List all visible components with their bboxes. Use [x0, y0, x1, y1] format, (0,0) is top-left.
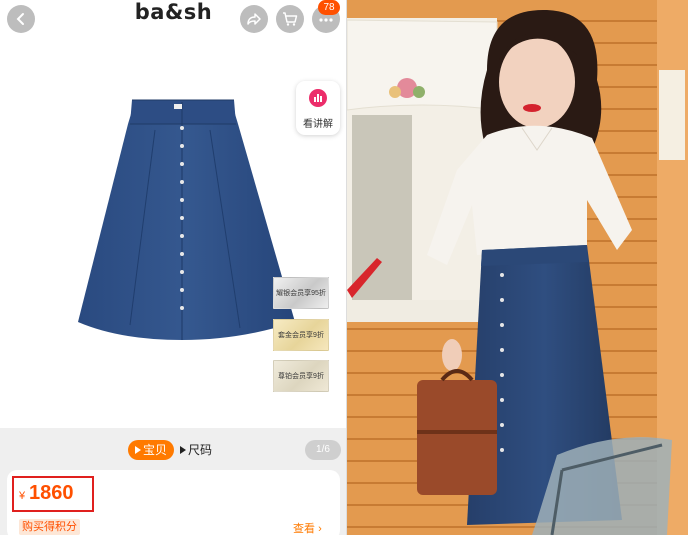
cart-badge: 78: [318, 0, 340, 15]
view-link-label: 查看: [293, 523, 315, 535]
tab-size[interactable]: 尺码: [180, 440, 212, 460]
top-bar: ba&sh 78: [0, 0, 347, 38]
member-tag-platinum[interactable]: 尊铂会员享9折: [273, 360, 329, 392]
price-value: 1860: [29, 482, 74, 504]
tab-product-label: 宝贝: [142, 443, 167, 457]
model-photo: [347, 0, 688, 535]
share-icon: [247, 13, 261, 25]
chart-icon: [309, 89, 327, 107]
view-link[interactable]: 查看 ›: [293, 520, 322, 535]
tab-size-label: 尺码: [188, 443, 213, 457]
explain-label: 看讲解: [303, 119, 333, 130]
points-badge: 购买得积分: [19, 519, 80, 535]
product-page: ba&sh 78 看讲解 耀银会员享95折 套金会员享9折 尊铂会员享9折 宝贝…: [0, 0, 347, 535]
play-icon: [134, 446, 141, 454]
member-tag-gold[interactable]: 套金会员享9折: [273, 319, 329, 351]
page-indicator: 1/6: [305, 440, 341, 460]
tab-product[interactable]: 宝贝: [128, 440, 174, 460]
play-icon: [180, 446, 186, 454]
product-image[interactable]: [70, 90, 300, 345]
share-button[interactable]: [240, 5, 268, 33]
chevron-right-icon: ›: [318, 523, 322, 535]
price-currency: ¥: [19, 490, 26, 502]
member-tag-silver[interactable]: 耀银会员享95折: [273, 277, 329, 309]
model-photo-illustration: [347, 0, 688, 535]
explain-button[interactable]: 看讲解: [296, 81, 340, 135]
cart-button[interactable]: [276, 5, 304, 33]
cart-icon: [283, 12, 298, 26]
